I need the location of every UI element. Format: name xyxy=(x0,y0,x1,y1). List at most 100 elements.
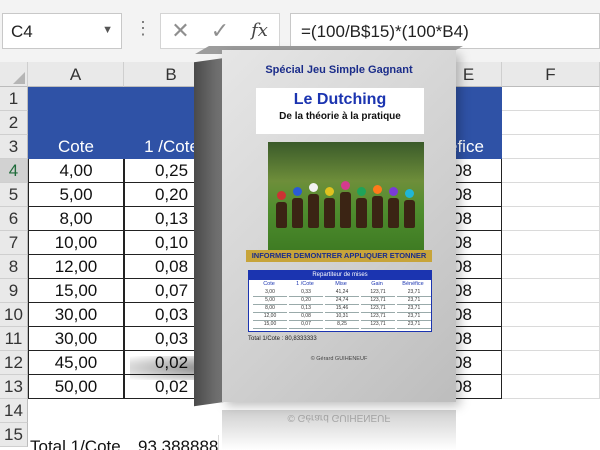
formula-input[interactable]: =(100/B$15)*(100*B4) xyxy=(290,13,600,49)
cell-f[interactable] xyxy=(502,375,600,399)
book-table-row: 8,00 0,13 15,46 123,71 23,71 xyxy=(251,305,431,313)
row-header-11[interactable]: 11 xyxy=(0,327,28,351)
book-table-row: 15,00 0,07 8,25 123,71 23,71 xyxy=(251,321,431,329)
book-stake-table: Repartiteur de mises Cote 1 /Cote Mise Gain… xyxy=(248,270,432,332)
book-table-cell: 0,08 xyxy=(289,313,323,321)
book-table-row: 5,00 0,20 24,74 123,71 23,71 xyxy=(251,297,431,305)
row-header-2[interactable]: 2 xyxy=(0,111,28,135)
cell-f[interactable] xyxy=(502,207,600,231)
cell-f[interactable] xyxy=(502,183,600,207)
cell-cote[interactable]: 10,00 xyxy=(28,231,124,255)
cell-cote[interactable]: 12,00 xyxy=(28,255,124,279)
cell-f[interactable] xyxy=(502,303,600,327)
book-title-box: Le Dutching De la théorie à la pratique xyxy=(256,88,424,134)
cell-cote[interactable]: 30,00 xyxy=(28,327,124,351)
book-special-label: Spécial Jeu Simple Gagnant xyxy=(265,64,413,76)
book-table-header: Gain xyxy=(371,281,383,287)
book-table-cell: 123,71 xyxy=(361,297,395,305)
book-front: Spécial Jeu Simple Gagnant Le Dutching D… xyxy=(222,50,456,402)
total-label[interactable]: Total 1/Cote : xyxy=(28,435,124,450)
book-table-row: 12,00 0,08 10,31 123,71 23,71 xyxy=(251,313,431,321)
column-header-a[interactable]: A xyxy=(28,62,124,87)
row-header-9[interactable]: 9 xyxy=(0,279,28,303)
book-cover: Spécial Jeu Simple Gagnant Le Dutching D… xyxy=(194,46,463,407)
cell-cote[interactable]: 45,00 xyxy=(28,351,124,375)
book-table-cell: 12,00 xyxy=(253,313,287,321)
book-reflection: © Gérard GUIHENEUF xyxy=(222,410,456,450)
chevron-down-icon[interactable]: ▼ xyxy=(102,24,113,36)
book-table-cell: 23,71 xyxy=(397,321,431,329)
book-table-row: 3,00 0,33 41,24 123,71 23,71 xyxy=(251,289,431,297)
book-table-cell: 10,31 xyxy=(325,313,359,321)
row-header-14[interactable]: 14 xyxy=(0,399,28,423)
insert-function-icon[interactable]: fx xyxy=(240,13,280,49)
cell-cote[interactable]: 30,00 xyxy=(28,303,124,327)
row-header-7[interactable]: 7 xyxy=(0,231,28,255)
book-table-cell: 5,00 xyxy=(253,297,287,305)
cell-f[interactable] xyxy=(502,279,600,303)
cell-f[interactable] xyxy=(502,111,600,135)
book-table-cell: 123,71 xyxy=(361,313,395,321)
row-header-13[interactable]: 13 xyxy=(0,375,28,399)
book-table-cell: 41,24 xyxy=(325,289,359,297)
name-box[interactable]: C4 ▼ xyxy=(2,13,122,49)
book-table-cell: 8,25 xyxy=(325,321,359,329)
formula-bar-grip-icon: ⋮ xyxy=(134,18,152,38)
book-table-header: Bénéfice xyxy=(402,281,424,287)
horse-race-photo xyxy=(268,142,424,254)
row-header-10[interactable]: 10 xyxy=(0,303,28,327)
book-table-cell: 123,71 xyxy=(361,305,395,313)
cell-cote[interactable]: 5,00 xyxy=(28,183,124,207)
cell-cote[interactable]: 4,00 xyxy=(28,159,124,183)
book-table-cell: 23,71 xyxy=(397,297,431,305)
book-table-cell: 0,20 xyxy=(289,297,323,305)
row-header-4[interactable]: 4 xyxy=(0,159,28,183)
row-header-12[interactable]: 12 xyxy=(0,351,28,375)
book-table-cell: 23,71 xyxy=(397,313,431,321)
book-total: Total 1/Cote : 80,8333333 xyxy=(248,336,317,342)
book-reflection-text: © Gérard GUIHENEUF xyxy=(287,412,391,423)
row-header-3[interactable]: 3 xyxy=(0,135,28,159)
name-box-value: C4 xyxy=(11,22,33,41)
cell-f[interactable] xyxy=(502,255,600,279)
book-table-header: Mise xyxy=(335,281,347,287)
book-table-cell: 123,71 xyxy=(361,289,395,297)
cell-f[interactable] xyxy=(502,231,600,255)
book-table-header: Cote xyxy=(263,281,275,287)
row-header-5[interactable]: 5 xyxy=(0,183,28,207)
cancel-icon[interactable]: ✕ xyxy=(160,13,200,49)
book-table-cell: 0,07 xyxy=(289,321,323,329)
book-spine xyxy=(194,58,224,407)
book-table-cell: 0,13 xyxy=(289,305,323,313)
book-table-cell: 15,00 xyxy=(253,321,287,329)
book-table-cell: 0,33 xyxy=(289,289,323,297)
cell-cote[interactable]: 8,00 xyxy=(28,207,124,231)
header-cote: Cote xyxy=(58,137,94,156)
cell-cote[interactable]: 15,00 xyxy=(28,279,124,303)
book-table-cell: 23,71 xyxy=(397,305,431,313)
book-title: Le Dutching xyxy=(293,91,387,108)
row-header-1[interactable]: 1 xyxy=(0,87,28,111)
book-table-cell: 8,00 xyxy=(253,305,287,313)
cell-cote[interactable]: 50,00 xyxy=(28,375,124,399)
cell-f[interactable] xyxy=(502,87,600,111)
cell-f[interactable] xyxy=(502,135,600,159)
cell-f[interactable] xyxy=(502,159,600,183)
book-table-cell: 15,46 xyxy=(325,305,359,313)
cell-f[interactable] xyxy=(502,351,600,375)
select-all-corner[interactable] xyxy=(0,62,28,87)
book-table-cell: 24,74 xyxy=(325,297,359,305)
book-slogan: INFORMER DEMONTRER APPLIQUER ETONNER xyxy=(246,250,432,262)
row-header-15[interactable]: 15 xyxy=(0,423,28,447)
book-table-cell: 3,00 xyxy=(253,289,287,297)
row-header-8[interactable]: 8 xyxy=(0,255,28,279)
book-table-title: Repartiteur de mises xyxy=(249,271,431,280)
column-header-f[interactable]: F xyxy=(502,62,600,87)
book-table-header: 1 /Cote xyxy=(296,281,314,287)
book-author: © Gérard GUIHENEUF xyxy=(310,356,368,362)
enter-icon[interactable]: ✓ xyxy=(200,13,240,49)
cell-f[interactable] xyxy=(502,327,600,351)
row-header-6[interactable]: 6 xyxy=(0,207,28,231)
book-table-cell: 123,71 xyxy=(361,321,395,329)
total-value[interactable]: 93,3888889 xyxy=(124,435,219,450)
